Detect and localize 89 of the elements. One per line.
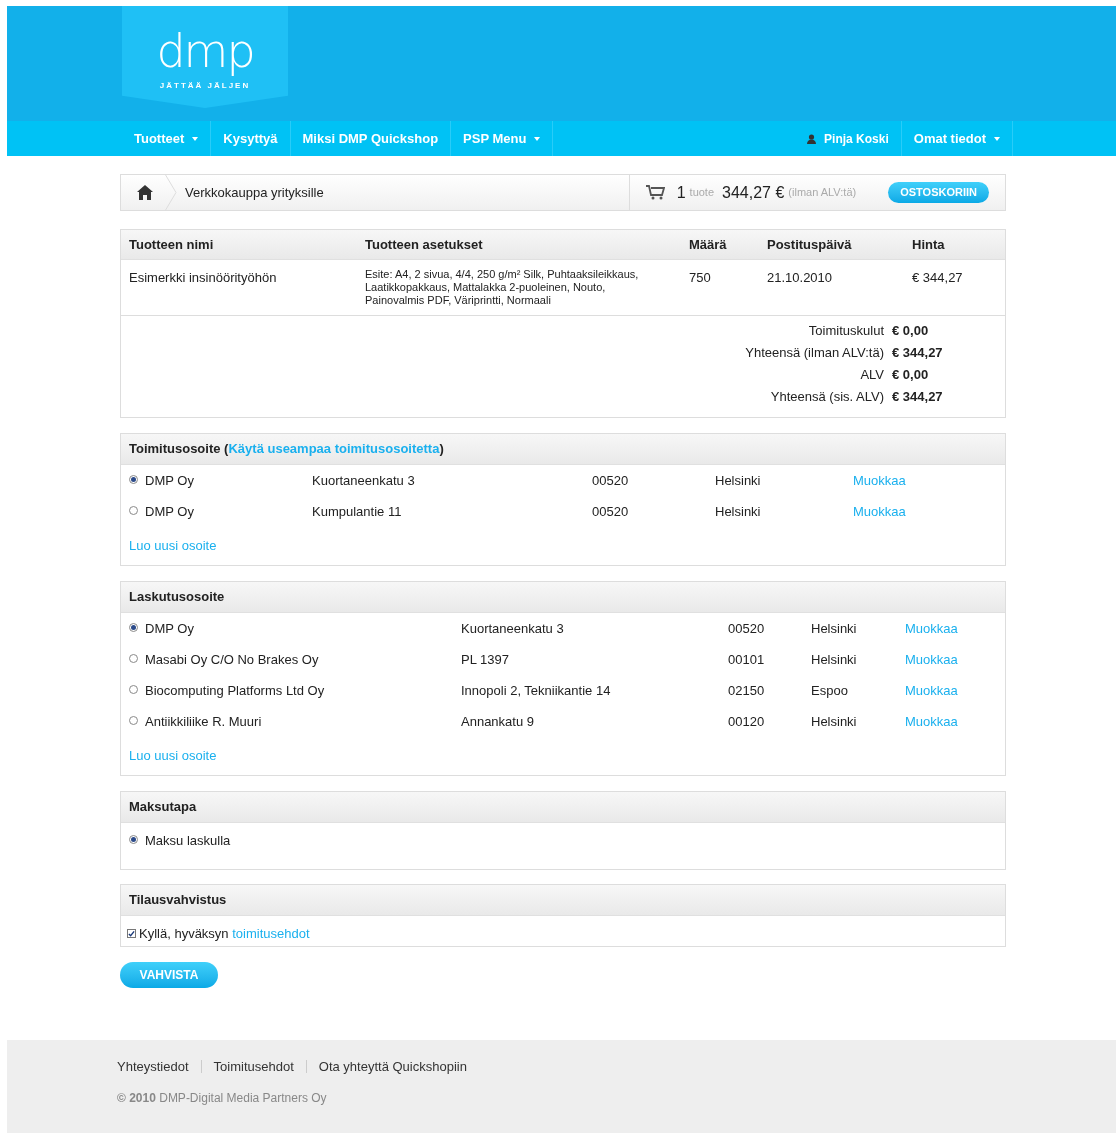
- company-name: Antiikkiliike R. Muuri: [145, 713, 262, 731]
- company-name: DMP Oy: [145, 472, 194, 490]
- terms-link[interactable]: toimitusehdot: [232, 926, 310, 941]
- radio-button[interactable]: [129, 506, 138, 515]
- nav-item[interactable]: Kysyttyä: [211, 121, 291, 156]
- city: Helsinki: [715, 503, 762, 521]
- cart-count: 1: [676, 182, 686, 203]
- radio-button[interactable]: [129, 835, 138, 844]
- total-value: € 0,00: [892, 367, 930, 383]
- edit-link[interactable]: Muokkaa: [905, 712, 958, 732]
- company-name: Biocomputing Platforms Ltd Oy: [145, 682, 325, 700]
- edit-link[interactable]: Muokkaa: [853, 471, 906, 491]
- total-value: € 344,27: [892, 345, 944, 361]
- cart-button[interactable]: OSTOSKORIIN: [888, 182, 989, 203]
- total-label: Yhteensä (ilman ALV:tä): [745, 345, 884, 361]
- section-title: Laskutusosoite: [129, 588, 225, 607]
- postal-code: 00101: [728, 651, 766, 669]
- total-value: € 0,00: [892, 323, 930, 339]
- radio-button[interactable]: [129, 654, 138, 663]
- edit-link[interactable]: Muokkaa: [905, 681, 958, 701]
- table-cell-text: Esite: A4, 2 sivua, 4/4, 250 g/m² Silk, Puhtaaksileikkaus, Laatikkopakkaus, Mattalakka 2-puoleinen, Nouto, Painovalmis PDF, Väriprintti, Normaali: [365, 268, 640, 307]
- postal-code: 00520: [592, 472, 630, 490]
- nav-item[interactable]: Miksi DMP Quickshop: [290, 121, 452, 156]
- table-cell-text: 750: [689, 269, 712, 287]
- postal-code: 00520: [592, 503, 630, 521]
- company-name: DMP Oy: [145, 620, 194, 638]
- total-label: Toimituskulut: [808, 323, 884, 339]
- payment-option: Maksu laskulla: [145, 831, 231, 851]
- street-address: Kuortaneenkatu 3: [312, 472, 416, 490]
- postal-code: 02150: [728, 682, 766, 700]
- column-header: Määrä: [689, 235, 728, 254]
- table-cell-text: € 344,27: [912, 269, 964, 287]
- radio-button[interactable]: [129, 475, 138, 484]
- new-address-link[interactable]: Luo uusi osoite: [129, 538, 217, 553]
- copyright-text: © 2010 DMP-Digital Media Partners Oy: [117, 1089, 328, 1107]
- column-header: Hinta: [912, 235, 946, 254]
- logo-wordmark: dmp: [156, 23, 254, 79]
- street-address: Kuortaneenkatu 3: [461, 620, 565, 638]
- section-title: Maksutapa: [129, 798, 197, 817]
- cart-vat-note: (ilman ALV:tä): [788, 185, 857, 201]
- user-link[interactable]: Pinja Koski: [795, 121, 902, 156]
- table-cell-text: 21.10.2010: [767, 269, 834, 287]
- radio-button[interactable]: [129, 623, 138, 632]
- column-header: Tuotteen nimi: [129, 235, 215, 254]
- city: Helsinki: [715, 472, 762, 490]
- table-cell-text: Esimerkki insinöörityöhön: [129, 269, 278, 287]
- edit-link[interactable]: Muokkaa: [905, 619, 958, 639]
- nav-item[interactable]: Tuotteet: [122, 121, 212, 156]
- postal-code: 00520: [728, 620, 766, 638]
- home-icon[interactable]: [137, 185, 153, 200]
- terms-text: Kyllä, hyväksyn toimitusehdot: [139, 925, 310, 943]
- radio-button[interactable]: [129, 685, 138, 694]
- edit-link[interactable]: Muokkaa: [905, 650, 958, 670]
- edit-link[interactable]: Muokkaa: [853, 502, 906, 522]
- city: Helsinki: [811, 620, 858, 638]
- nav-item[interactable]: PSP Menu: [451, 121, 554, 156]
- city: Helsinki: [811, 713, 858, 731]
- cart-total: 344,27 €: [722, 182, 785, 203]
- nav-item[interactable]: Omat tiedot: [901, 121, 1013, 156]
- street-address: Annankatu 9: [461, 713, 535, 731]
- section-title: Toimitusosoite (Käytä useampaa toimitusosoitetta): [129, 440, 444, 459]
- city: Espoo: [811, 682, 849, 700]
- cart-unit: tuote: [689, 185, 715, 201]
- company-name: Masabi Oy C/O No Brakes Oy: [145, 651, 319, 669]
- footer-link[interactable]: Toimitusehdot: [213, 1057, 294, 1077]
- column-header: Tuotteen asetukset: [365, 235, 484, 254]
- section-title: Tilausvahvistus: [129, 891, 227, 910]
- total-value: € 344,27: [892, 389, 944, 405]
- street-address: Innopoli 2, Tekniikantie 14: [461, 682, 612, 700]
- footer-link[interactable]: Ota yhteyttä Quickshopiin: [318, 1057, 467, 1077]
- total-label: Yhteensä (sis. ALV): [770, 389, 884, 405]
- street-address: Kumpulantie 11: [312, 503, 403, 521]
- footer-link[interactable]: Yhteystiedot: [117, 1057, 189, 1077]
- company-name: DMP Oy: [145, 503, 194, 521]
- logo-tagline: JÄTTÄÄ JÄLJEN: [159, 81, 251, 91]
- postal-code: 00120: [728, 713, 766, 731]
- city: Helsinki: [811, 651, 858, 669]
- street-address: PL 1397: [461, 651, 510, 669]
- multiple-addresses-link[interactable]: Käytä useampaa toimitusosoitetta: [228, 441, 440, 457]
- confirm-button[interactable]: VAHVISTA: [120, 962, 218, 988]
- column-header: Postituspäivä: [767, 235, 853, 254]
- breadcrumb-item[interactable]: Verkkokauppa yrityksille: [185, 182, 324, 203]
- person-icon: [807, 133, 817, 144]
- total-label: ALV: [860, 367, 884, 383]
- cart-icon: [645, 185, 665, 200]
- checkbox[interactable]: [127, 929, 136, 939]
- logo-tab[interactable]: dmp JÄTTÄÄ JÄLJEN: [122, 6, 288, 108]
- radio-button[interactable]: [129, 716, 138, 725]
- new-address-link[interactable]: Luo uusi osoite: [129, 748, 217, 763]
